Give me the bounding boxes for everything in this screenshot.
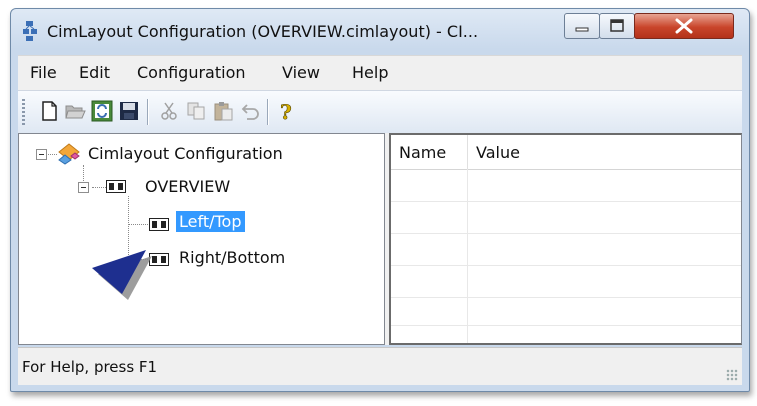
column-divider: [467, 169, 468, 343]
menu-configuration[interactable]: Configuration: [137, 63, 246, 82]
column-header-value[interactable]: Value: [468, 135, 741, 169]
refresh-icon[interactable]: [91, 100, 113, 122]
toolbar-separator: [147, 99, 149, 125]
title-bar[interactable]: CimLayout Configuration (OVERVIEW.cimlay…: [11, 9, 749, 55]
menu-bar: File Edit Configuration View Help: [18, 55, 742, 90]
annotation-arrow: [92, 250, 152, 300]
cimlayout-app-icon: [23, 21, 37, 41]
application-window: CimLayout Configuration (OVERVIEW.cimlay…: [10, 8, 750, 392]
grid-line: [391, 201, 741, 202]
tree-node-right-bottom[interactable]: Right/Bottom: [179, 248, 285, 267]
status-bar: For Help, press F1: [18, 347, 742, 385]
new-icon[interactable]: [38, 100, 60, 122]
status-text: For Help, press F1: [22, 358, 158, 376]
copy-icon[interactable]: [185, 100, 207, 122]
save-icon[interactable]: [118, 100, 140, 122]
tree-connector: [92, 187, 106, 189]
tree-node-root[interactable]: Cimlayout Configuration: [88, 144, 283, 163]
close-button[interactable]: [634, 13, 734, 39]
collapse-overview-button[interactable]: [78, 182, 89, 193]
minimize-icon: [575, 27, 589, 32]
minimize-button[interactable]: [564, 13, 600, 39]
tree-connector: [128, 224, 148, 226]
toolbar-separator: [267, 99, 269, 125]
open-icon[interactable]: [64, 100, 86, 122]
tree-node-overview[interactable]: OVERVIEW: [145, 177, 230, 196]
grid-line: [391, 265, 741, 266]
menu-view[interactable]: View: [282, 63, 320, 82]
collapse-root-button[interactable]: [36, 149, 47, 160]
grid-line: [391, 297, 741, 298]
maximize-button[interactable]: [599, 13, 635, 39]
close-icon: [675, 18, 693, 34]
svg-text:?: ?: [280, 100, 292, 122]
cut-icon[interactable]: [158, 100, 180, 122]
menu-edit[interactable]: Edit: [79, 63, 110, 82]
toolbar: ?: [18, 90, 742, 134]
properties-list[interactable]: Name Value: [389, 133, 742, 345]
paste-icon[interactable]: [212, 100, 234, 122]
undo-icon[interactable]: [239, 100, 261, 122]
selected-node-label: Left/Top: [176, 211, 245, 232]
column-value-label: Value: [476, 143, 520, 162]
grid-line: [391, 233, 741, 234]
maximize-icon: [610, 19, 624, 32]
list-header: Name Value: [391, 135, 741, 170]
toolbar-grip[interactable]: [22, 99, 25, 125]
resize-grip[interactable]: [726, 369, 738, 381]
menu-file[interactable]: File: [30, 63, 57, 82]
grid-line: [391, 325, 741, 326]
column-header-name[interactable]: Name: [391, 135, 468, 169]
tree-node-left-top[interactable]: Left/Top: [176, 211, 245, 232]
configuration-icon: [58, 143, 80, 165]
window-title: CimLayout Configuration (OVERVIEW.cimlay…: [47, 22, 479, 41]
layout-icon: [106, 180, 126, 193]
layout-icon: [149, 218, 169, 231]
about-icon[interactable]: ?: [276, 100, 298, 122]
menu-help[interactable]: Help: [352, 63, 388, 82]
configuration-tree[interactable]: Cimlayout Configuration OVERVIEW Left/To…: [18, 133, 385, 345]
column-name-label: Name: [399, 143, 447, 162]
